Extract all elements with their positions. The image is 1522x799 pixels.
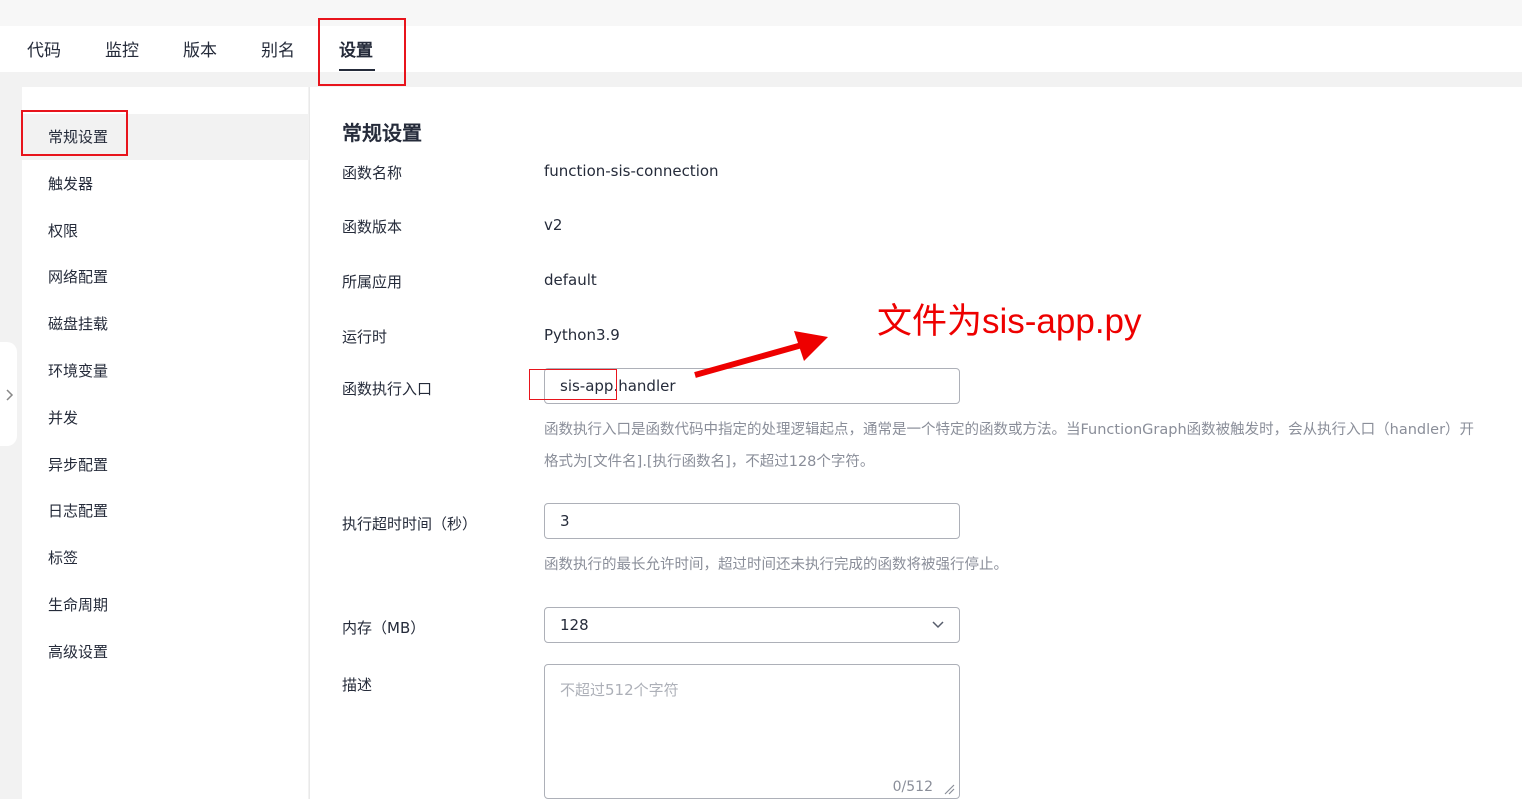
function-name-label: 函数名称 [342,164,403,182]
function-version-label: 函数版本 [342,218,403,236]
sidebar-item-concurrency[interactable]: 并发 [22,395,308,441]
handler-label: 函数执行入口 [342,380,433,398]
memory-select-value: 128 [560,616,589,634]
sidebar-item-tags[interactable]: 标签 [22,535,308,581]
application-label: 所属应用 [342,273,403,291]
timeout-help: 函数执行的最长允许时间，超过时间还未执行完成的函数将被强行停止。 [544,557,1008,573]
annotation-text: 文件为sis-app.py [877,302,1142,341]
section-title: 常规设置 [342,121,422,145]
timeout-label: 执行超时时间（秒） [342,515,478,533]
sidebar-item-advanced[interactable]: 高级设置 [22,629,308,675]
tab-monitor[interactable]: 监控 [105,36,139,62]
sidebar-item-async[interactable]: 异步配置 [22,442,308,488]
annotation-arrow-icon [694,331,828,378]
description-label: 描述 [342,676,373,694]
handler-filename-highlight-box [529,369,617,400]
function-name-value: function-sis-connection [544,162,719,180]
handler-help-line-1: 函数执行入口是函数代码中指定的处理逻辑起点，通常是一个特定的函数或方法。当Fun… [544,422,1475,438]
tab-versions[interactable]: 版本 [183,36,217,62]
function-version-value: v2 [544,216,563,234]
top-bar [0,0,1522,26]
description-char-counter: 0/512 [892,779,933,795]
sidebar-item-permissions[interactable]: 权限 [22,208,308,254]
tab-bar: 代码 监控 版本 别名 设置 [0,26,1522,72]
memory-select[interactable]: 128 [544,607,960,643]
timeout-input[interactable]: 3 [544,503,960,539]
sidebar-item-triggers[interactable]: 触发器 [22,161,308,207]
memory-label: 内存（MB） [342,619,426,637]
sidebar-item-network[interactable]: 网络配置 [22,254,308,300]
general-settings-panel: 常规设置 函数名称 function-sis-connection 函数版本 v… [309,87,1522,799]
sidebar-item-logging[interactable]: 日志配置 [22,488,308,534]
sidebar-item-env-vars[interactable]: 环境变量 [22,348,308,394]
settings-sidebar: 常规设置 触发器 权限 网络配置 磁盘挂载 环境变量 并发 异步配置 日志配置 … [22,87,308,799]
chevron-down-icon [932,621,944,629]
application-value: default [544,271,597,289]
tab-aliases[interactable]: 别名 [261,36,295,62]
handler-help-line-2: 格式为[文件名].[执行函数名]，不超过128个字符。 [544,454,875,470]
description-placeholder: 不超过512个字符 [560,681,679,699]
sidebar-item-disk-mount[interactable]: 磁盘挂载 [22,301,308,347]
chevron-right-icon [5,388,13,401]
tab-code[interactable]: 代码 [27,36,61,62]
resize-handle-icon[interactable] [943,783,955,795]
runtime-value: Python3.9 [544,326,620,344]
general-settings-highlight-box [21,110,128,156]
runtime-label: 运行时 [342,328,388,346]
settings-tab-highlight-box [318,18,406,86]
sidebar-collapse-toggle[interactable] [0,342,17,446]
sidebar-item-lifecycle[interactable]: 生命周期 [22,582,308,628]
description-textarea[interactable]: 不超过512个字符 0/512 [544,664,960,799]
